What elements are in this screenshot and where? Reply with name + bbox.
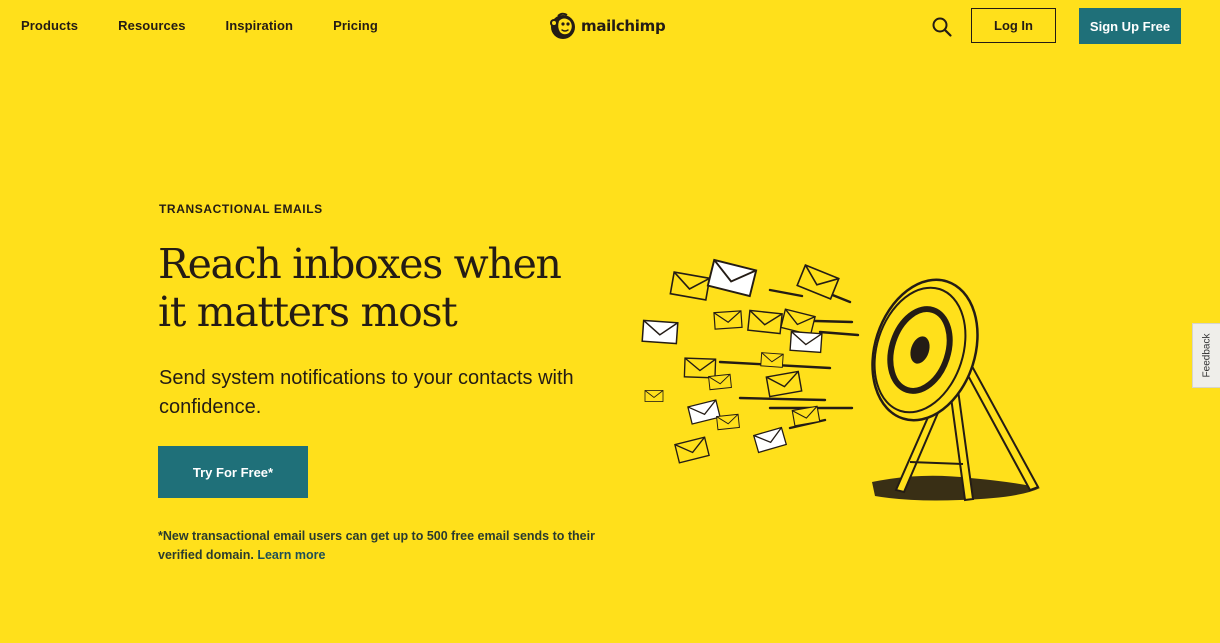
hero-headline-line2: it matters most [158, 288, 458, 336]
feedback-tab[interactable]: Feedback [1192, 323, 1220, 388]
nav-links: Products Resources Inspiration Pricing [21, 18, 378, 33]
nav-link-products[interactable]: Products [21, 18, 78, 33]
feedback-label: Feedback [1201, 333, 1213, 378]
hero-headline-line1: Reach inboxes when [158, 240, 562, 288]
footnote-text: *New transactional email users can get u… [158, 529, 595, 562]
login-button[interactable]: Log In [971, 8, 1056, 43]
try-for-free-button[interactable]: Try For Free* [158, 446, 308, 498]
nav-link-resources[interactable]: Resources [118, 18, 185, 33]
envelope-icon [641, 259, 840, 464]
learn-more-link[interactable]: Learn more [257, 548, 325, 562]
hero-eyebrow: TRANSACTIONAL EMAILS [159, 202, 323, 216]
top-nav: Products Resources Inspiration Pricing m… [0, 0, 1220, 52]
signup-button[interactable]: Sign Up Free [1079, 8, 1181, 44]
search-icon[interactable] [931, 16, 953, 38]
nav-link-pricing[interactable]: Pricing [333, 18, 378, 33]
hero-footnote: *New transactional email users can get u… [158, 527, 598, 564]
mailchimp-logo-icon [550, 12, 575, 39]
hero-subhead: Send system notifications to your contac… [159, 367, 574, 418]
mailchimp-logo[interactable]: mailchimp [548, 11, 666, 41]
logo-wordmark: mailchimp [581, 17, 666, 35]
target-icon [871, 278, 979, 422]
envelopes-target-illustration [641, 259, 1040, 502]
nav-link-inspiration[interactable]: Inspiration [226, 18, 294, 33]
hero-headline: Reach inboxes when it matters most [158, 240, 618, 336]
